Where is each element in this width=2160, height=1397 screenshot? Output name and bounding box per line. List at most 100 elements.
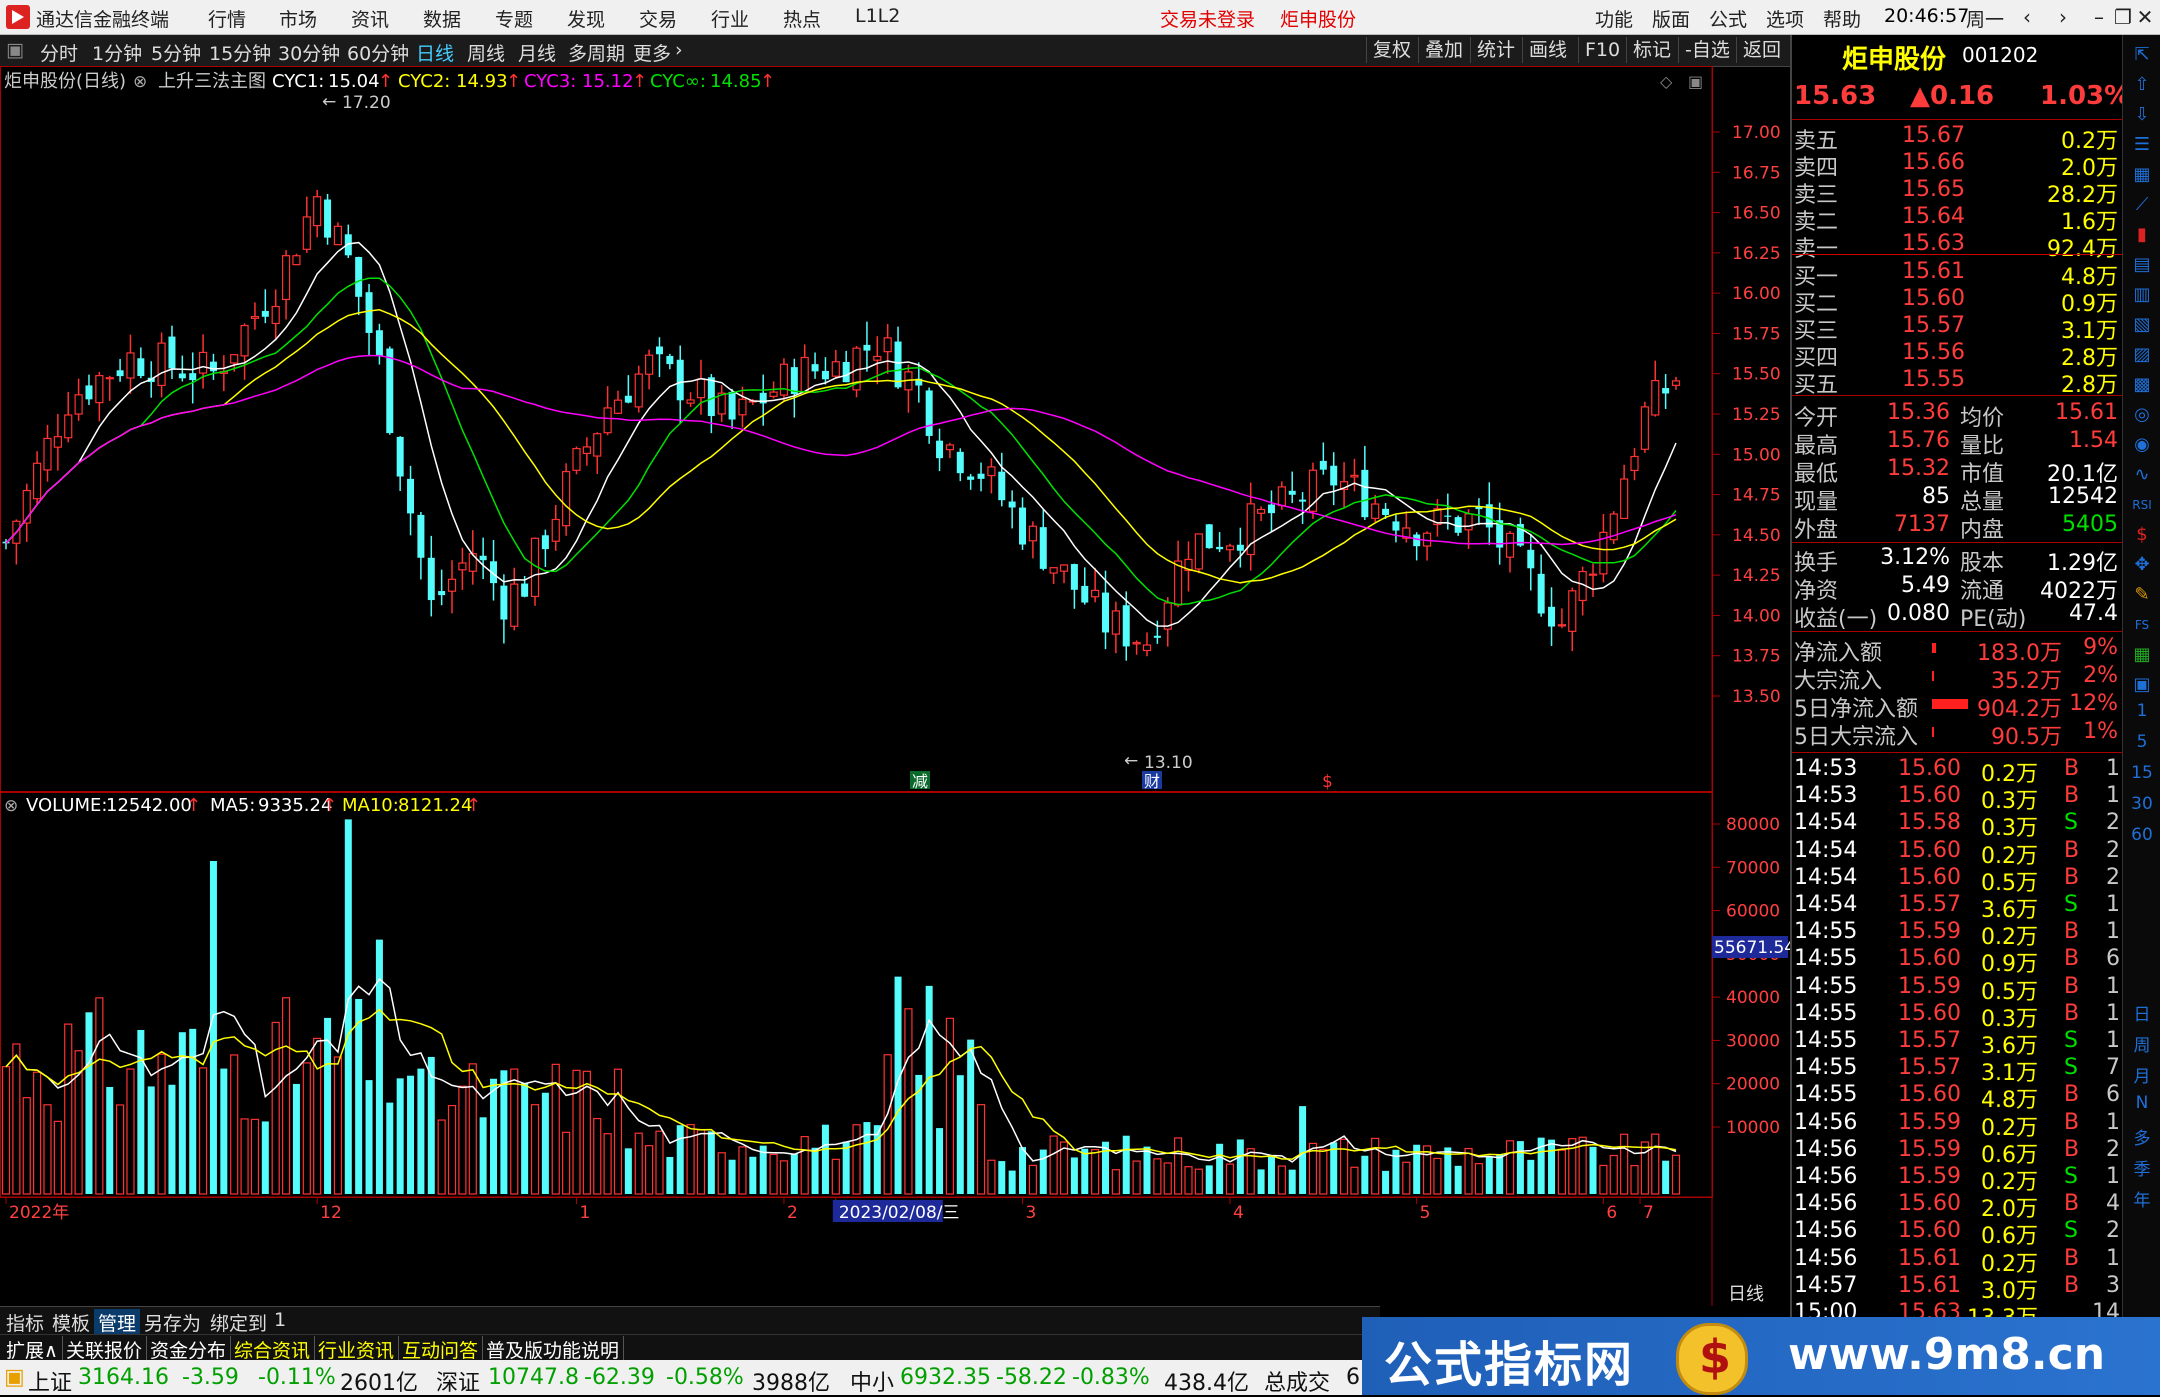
table-icon[interactable]: ▧ bbox=[2129, 313, 2155, 337]
tab-puji[interactable]: 普及版功能说明 bbox=[482, 1336, 625, 1363]
menu-xuanxiang[interactable]: 选项 bbox=[1766, 5, 1804, 32]
bid-row[interactable]: 买二 15.60 0.9万 bbox=[1792, 286, 2122, 317]
side-label[interactable]: N bbox=[2129, 1093, 2155, 1113]
tool-huaxian[interactable]: 画线 bbox=[1522, 37, 1573, 63]
index-zx-name[interactable]: 中小 bbox=[850, 1365, 894, 1397]
table-green-icon[interactable]: ▦ bbox=[2129, 643, 2155, 667]
tool-fuquan[interactable]: 复权 bbox=[1366, 37, 1417, 63]
tab-zonghezixun[interactable]: 综合资讯 bbox=[230, 1336, 316, 1363]
side-label[interactable]: 60 bbox=[2129, 825, 2155, 845]
arrow-up-icon[interactable]: ⇧ bbox=[2129, 73, 2155, 97]
period-60min[interactable]: 60分钟 bbox=[347, 39, 409, 66]
bid-row[interactable]: 买四 15.56 2.8万 bbox=[1792, 340, 2122, 371]
side-label[interactable]: 1 bbox=[2129, 701, 2155, 721]
period-fenshi[interactable]: 分时 bbox=[40, 39, 78, 66]
arrow-down-icon[interactable]: ⇩ bbox=[2129, 103, 2155, 127]
period-multi[interactable]: 多周期 bbox=[568, 39, 625, 66]
menu-zhuanti[interactable]: 专题 bbox=[495, 5, 533, 32]
fs-text-icon[interactable]: FS bbox=[2129, 613, 2155, 637]
pencil-icon[interactable]: ✎ bbox=[2129, 583, 2155, 607]
index-sh-name[interactable]: 上证 bbox=[28, 1365, 72, 1397]
rsi-icon[interactable]: RSI bbox=[2129, 493, 2155, 517]
toggle-panel-icon[interactable]: ▣ bbox=[6, 39, 24, 61]
tool-zixuan[interactable]: -自选 bbox=[1678, 37, 1736, 63]
period-5min[interactable]: 5分钟 bbox=[151, 39, 201, 66]
menu-shuju[interactable]: 数据 bbox=[423, 5, 461, 32]
tab-guanlian[interactable]: 关联报价 bbox=[62, 1336, 148, 1363]
menu-l1l2[interactable]: L1L2 bbox=[855, 5, 900, 27]
side-label[interactable]: 多 bbox=[2129, 1124, 2155, 1149]
tool-diejia[interactable]: 叠加 bbox=[1418, 37, 1469, 63]
back-icon[interactable]: ‹ bbox=[2010, 2, 2044, 32]
ask-row[interactable]: 卖五 15.67 0.2万 bbox=[1792, 123, 2122, 154]
menu-redian[interactable]: 热点 bbox=[783, 5, 821, 32]
tab-moban[interactable]: 模板 bbox=[48, 1309, 94, 1336]
side-label[interactable]: 5 bbox=[2129, 732, 2155, 752]
index-sz-name[interactable]: 深证 bbox=[436, 1365, 480, 1397]
tool-fanhui[interactable]: 返回 bbox=[1736, 37, 1787, 63]
tab-zijinfenbu[interactable]: 资金分布 bbox=[146, 1336, 232, 1363]
side-label[interactable]: 15 bbox=[2129, 763, 2155, 783]
side-label[interactable]: 30 bbox=[2129, 794, 2155, 814]
menu-jiaoyi[interactable]: 交易 bbox=[639, 5, 677, 32]
login-status[interactable]: 交易未登录 bbox=[1160, 5, 1255, 32]
dollar-icon[interactable]: $ bbox=[2129, 523, 2155, 547]
chevron-right-icon[interactable]: › bbox=[675, 39, 683, 61]
one-icon[interactable]: ▣ bbox=[2129, 673, 2155, 697]
fin-icon[interactable]: ▥ bbox=[2129, 283, 2155, 307]
tab-lingcunwei[interactable]: 另存为 bbox=[140, 1309, 205, 1336]
period-15min[interactable]: 15分钟 bbox=[209, 39, 271, 66]
bid-row[interactable]: 买五 15.55 2.8万 bbox=[1792, 367, 2122, 398]
menu-zixun[interactable]: 资讯 bbox=[351, 5, 389, 32]
tab-kuozhan[interactable]: 扩展∧ bbox=[2, 1336, 63, 1363]
data-icon[interactable]: ▨ bbox=[2129, 343, 2155, 367]
menu-gongneng[interactable]: 功能 bbox=[1595, 5, 1633, 32]
tab-slot-1[interactable]: 1 bbox=[270, 1309, 290, 1331]
side-label[interactable]: 月 bbox=[2129, 1062, 2155, 1087]
move-icon[interactable]: ✥ bbox=[2129, 553, 2155, 577]
tab-hangyezixun[interactable]: 行业资讯 bbox=[314, 1336, 400, 1363]
ask-row[interactable]: 卖四 15.66 2.0万 bbox=[1792, 150, 2122, 181]
fs-icon[interactable]: ▩ bbox=[2129, 373, 2155, 397]
menu-gongshi[interactable]: 公式 bbox=[1709, 5, 1747, 32]
menu-bangzhu[interactable]: 帮助 bbox=[1823, 5, 1861, 32]
bid-row[interactable]: 买一 15.61 4.8万 bbox=[1792, 259, 2122, 290]
news-icon[interactable]: ▤ bbox=[2129, 253, 2155, 277]
period-monthly[interactable]: 月线 bbox=[518, 39, 556, 66]
tab-bangdingdao[interactable]: 绑定到 bbox=[206, 1309, 271, 1336]
ask-row[interactable]: 卖二 15.64 1.6万 bbox=[1792, 204, 2122, 235]
wave-icon[interactable]: ∿ bbox=[2129, 463, 2155, 487]
line-chart-icon[interactable]: ⟋ bbox=[2129, 193, 2155, 217]
ring-icon[interactable]: ◎ bbox=[2129, 403, 2155, 427]
side-label[interactable]: 日 bbox=[2129, 1000, 2155, 1025]
kline-icon[interactable]: ▮ bbox=[2129, 223, 2155, 247]
side-label[interactable]: 周 bbox=[2129, 1031, 2155, 1056]
grid-icon[interactable]: ▦ bbox=[2129, 163, 2155, 187]
ask-row[interactable]: 卖三 15.65 28.2万 bbox=[1792, 177, 2122, 208]
side-label[interactable]: 年 bbox=[2129, 1186, 2155, 1211]
close-icon[interactable]: ✕ bbox=[2128, 2, 2160, 32]
menu-banmian[interactable]: 版面 bbox=[1652, 5, 1690, 32]
tool-biaoji[interactable]: 标记 bbox=[1626, 37, 1677, 63]
menu-hangye[interactable]: 行业 bbox=[711, 5, 749, 32]
period-1min[interactable]: 1分钟 bbox=[92, 39, 142, 66]
eye-icon[interactable]: ◉ bbox=[2129, 433, 2155, 457]
period-daily[interactable]: 日线 bbox=[416, 39, 454, 66]
list-icon[interactable]: ☰ bbox=[2129, 133, 2155, 157]
ticker-icon[interactable]: ▣ bbox=[4, 1365, 25, 1390]
tab-zhibiao[interactable]: 指标 bbox=[2, 1309, 48, 1336]
arrow-up-left-icon[interactable]: ⇱ bbox=[2129, 43, 2155, 67]
period-more[interactable]: 更多 bbox=[633, 39, 671, 66]
tool-tongji[interactable]: 统计 bbox=[1470, 37, 1521, 63]
side-label[interactable]: 季 bbox=[2129, 1155, 2155, 1180]
period-weekly[interactable]: 周线 bbox=[467, 39, 505, 66]
tab-hudongwenda[interactable]: 互动问答 bbox=[398, 1336, 484, 1363]
menu-hangqing[interactable]: 行情 bbox=[208, 5, 246, 32]
forward-icon[interactable]: › bbox=[2046, 2, 2080, 32]
tab-guanli[interactable]: 管理 bbox=[94, 1309, 141, 1336]
bid-row[interactable]: 买三 15.57 3.1万 bbox=[1792, 313, 2122, 344]
kline-chart-area[interactable]: 17.00 16.75 16.50 16.25 16.00 15.75 15.50 15.25… bbox=[0, 66, 1790, 1306]
menu-shichang[interactable]: 市场 bbox=[279, 5, 317, 32]
tool-f10[interactable]: F10 bbox=[1578, 37, 1626, 63]
menu-faxian[interactable]: 发现 bbox=[567, 5, 605, 32]
